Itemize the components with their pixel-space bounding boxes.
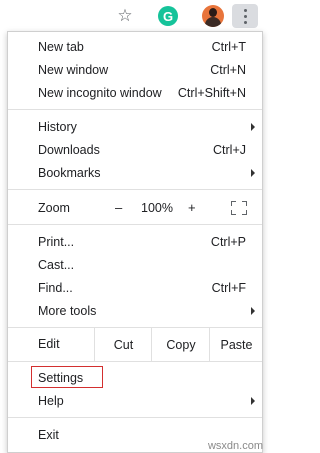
menu-separator [8,224,262,225]
menu-item-shortcut: Ctrl+N [210,62,246,77]
menu-item-label: Find... [38,280,73,295]
paste-button[interactable]: Paste [209,328,263,361]
watermark: wsxdn.com [207,440,263,452]
menu-item-label: Print... [38,234,75,249]
menu-item-cast[interactable]: Cast... [8,253,262,276]
menu-item-history[interactable]: History [8,115,262,138]
kebab-menu-icon[interactable] [232,4,258,28]
menu-item-label: History [38,119,77,134]
menu-item-new-incognito-window[interactable]: New incognito window Ctrl+Shift+N [8,81,262,104]
zoom-level: 100% [141,200,173,215]
grammarly-badge: G [158,6,178,26]
submenu-arrow-icon [251,307,255,315]
menu-item-label: New tab [38,39,84,54]
menu-item-new-window[interactable]: New window Ctrl+N [8,58,262,81]
menu-item-shortcut: Ctrl+F [211,280,246,295]
menu-item-label: Exit [38,427,59,442]
menu-item-find[interactable]: Find... Ctrl+F [8,276,262,299]
browser-toolbar: ☆ G [0,0,269,32]
fullscreen-icon[interactable] [231,201,247,215]
submenu-arrow-icon [251,123,255,131]
submenu-arrow-icon [251,169,255,177]
zoom-out-button[interactable]: – [115,200,122,215]
menu-item-shortcut: Ctrl+Shift+N [177,85,246,100]
menu-item-label: New window [38,62,109,77]
submenu-arrow-icon [251,397,255,405]
menu-item-label: Downloads [38,142,100,157]
chrome-main-menu: New tab Ctrl+T New window Ctrl+N New inc… [7,31,263,453]
menu-item-new-tab[interactable]: New tab Ctrl+T [8,35,262,58]
menu-item-bookmarks[interactable]: Bookmarks [8,161,262,184]
menu-separator [8,417,262,418]
menu-edit-row: Edit Cut Copy Paste [8,328,262,361]
copy-button[interactable]: Copy [151,328,210,361]
zoom-in-button[interactable]: + [188,200,196,215]
menu-item-label: New incognito window [38,85,162,100]
menu-item-shortcut: Ctrl+P [210,234,246,249]
menu-item-print[interactable]: Print... Ctrl+P [8,230,262,253]
menu-item-more-tools[interactable]: More tools [8,299,262,322]
menu-separator [8,189,262,190]
profile-avatar[interactable] [201,4,225,28]
menu-item-zoom: Zoom – 100% + [8,196,262,219]
menu-item-shortcut: Ctrl+T [211,39,246,54]
star-icon[interactable]: ☆ [113,4,137,28]
menu-separator [8,109,262,110]
grammarly-icon[interactable]: G [156,4,180,28]
menu-item-shortcut: Ctrl+J [213,142,246,157]
cut-button[interactable]: Cut [94,328,152,361]
menu-item-label: More tools [38,303,97,318]
zoom-label: Zoom [38,200,70,215]
menu-item-label: Cast... [38,257,75,272]
menu-item-help[interactable]: Help [8,389,262,412]
avatar-image [202,5,224,27]
menu-item-downloads[interactable]: Downloads Ctrl+J [8,138,262,161]
settings-highlight-box [31,366,103,388]
edit-label: Edit [38,337,60,351]
menu-item-label: Help [38,393,64,408]
menu-item-label: Bookmarks [38,165,101,180]
menu-separator [8,361,262,362]
